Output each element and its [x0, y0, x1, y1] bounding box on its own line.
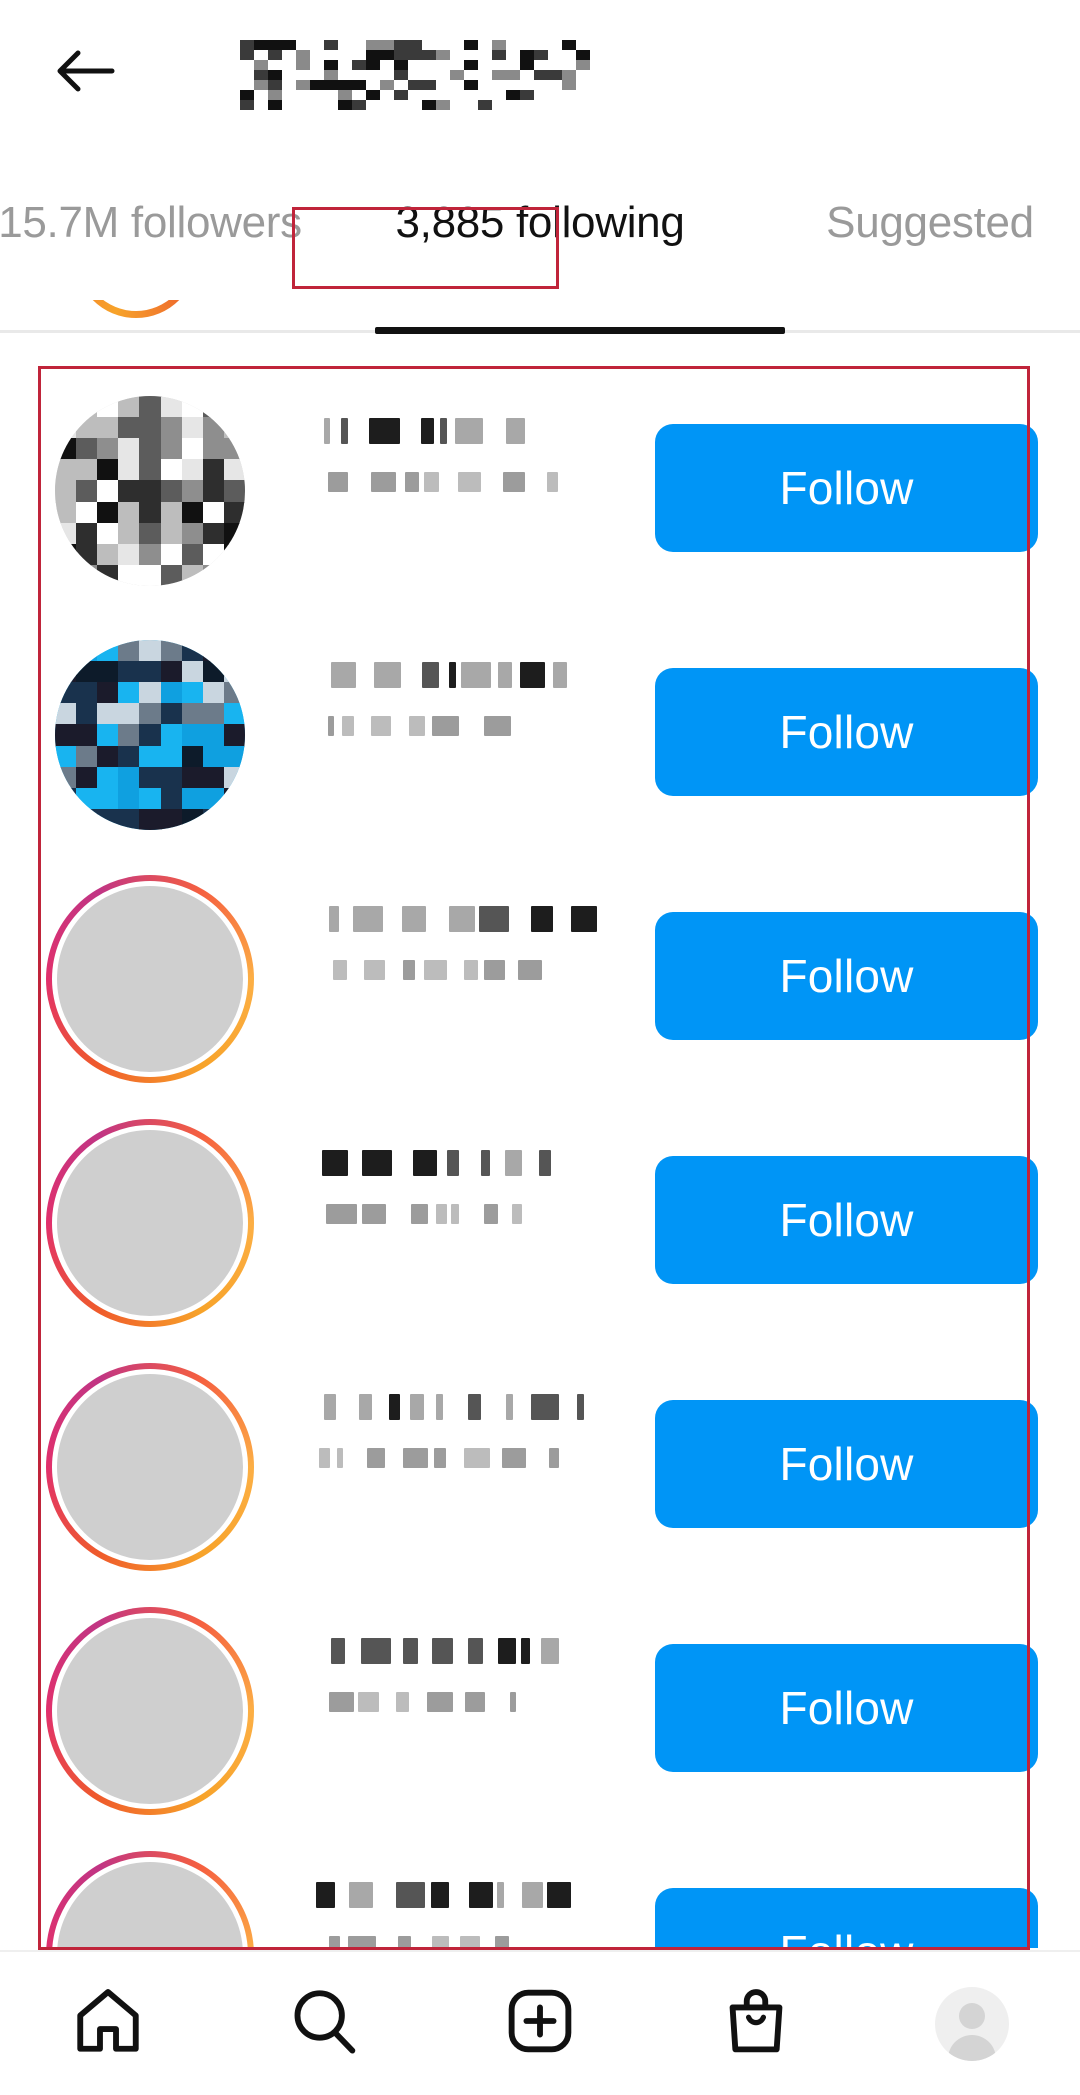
username-redacted	[310, 1150, 610, 1176]
fullname-redacted	[310, 716, 610, 738]
page-title-redacted-text	[240, 40, 590, 110]
list-item[interactable]: Follow	[0, 368, 1080, 612]
list-item-text	[310, 662, 610, 738]
back-button[interactable]	[40, 28, 130, 118]
avatar[interactable]	[46, 1607, 254, 1815]
follow-button[interactable]: Follow	[655, 912, 1038, 1040]
list-item[interactable]: Follow	[0, 1588, 1080, 1832]
nav-search[interactable]	[249, 1964, 399, 2084]
avatar[interactable]	[46, 875, 254, 1083]
list-item-text	[310, 1150, 610, 1226]
page-title	[240, 32, 590, 118]
instagram-following-screen: 15.7M followers 3,885 following Suggeste…	[0, 0, 1080, 2095]
avatar[interactable]	[46, 1851, 254, 1948]
fullname-redacted	[310, 1448, 610, 1470]
create-icon	[503, 1984, 577, 2063]
previous-row-story-ring-partial	[75, 300, 197, 336]
tab-suggested-label: Suggested	[826, 197, 1034, 247]
fullname-redacted	[310, 1204, 610, 1226]
follow-button[interactable]: Follow	[655, 1156, 1038, 1284]
story-ring	[46, 1851, 254, 1948]
list-item[interactable]: Follow	[0, 1832, 1080, 1948]
back-arrow-icon	[54, 48, 116, 99]
avatar-image	[55, 640, 245, 830]
tab-following[interactable]: 3,885 following	[300, 150, 780, 295]
username-redacted	[310, 662, 610, 688]
username-redacted	[310, 1394, 610, 1420]
list-item-text	[310, 1638, 610, 1714]
fullname-redacted	[310, 472, 610, 494]
fullname-redacted	[310, 1692, 610, 1714]
avatar[interactable]	[55, 396, 245, 586]
fullname-redacted	[310, 960, 610, 982]
story-ring	[46, 875, 254, 1083]
list-item-text	[310, 418, 610, 494]
username-redacted	[310, 1882, 610, 1908]
nav-profile[interactable]	[897, 1964, 1047, 2084]
story-ring	[46, 1119, 254, 1327]
list-item[interactable]: Follow	[0, 612, 1080, 856]
following-list[interactable]: Follow Follow Follow Follow Follow Follow Foll…	[0, 368, 1080, 1948]
bottom-navigation-bar	[0, 1950, 1080, 2095]
nav-home[interactable]	[33, 1964, 183, 2084]
list-item-text	[310, 1394, 610, 1470]
avatar[interactable]	[46, 1363, 254, 1571]
avatar-image	[55, 396, 245, 586]
active-tab-indicator	[375, 327, 785, 334]
tab-followers[interactable]: 15.7M followers	[0, 150, 302, 295]
username-redacted	[310, 1638, 610, 1664]
profile-avatar-icon	[935, 1986, 1009, 2061]
follow-button[interactable]: Follow	[655, 1400, 1038, 1528]
shop-icon	[719, 1984, 793, 2063]
tab-following-label: 3,885 following	[395, 197, 685, 247]
story-ring	[46, 1607, 254, 1815]
username-redacted	[310, 418, 610, 444]
follow-button[interactable]: Follow	[655, 424, 1038, 552]
home-icon	[71, 1984, 145, 2063]
tab-suggested[interactable]: Suggested	[780, 150, 1080, 295]
username-redacted	[310, 906, 610, 932]
story-ring	[46, 1363, 254, 1571]
avatar[interactable]	[46, 1119, 254, 1327]
list-item[interactable]: Follow	[0, 856, 1080, 1100]
follow-button[interactable]: Follow	[655, 668, 1038, 796]
avatar[interactable]	[55, 640, 245, 830]
nav-create[interactable]	[465, 1964, 615, 2084]
follow-button[interactable]: Follow	[655, 1644, 1038, 1772]
follow-button[interactable]: Follow	[655, 1888, 1038, 1948]
list-item-text	[310, 906, 610, 982]
tab-followers-label: 15.7M followers	[0, 197, 302, 247]
list-item[interactable]: Follow	[0, 1100, 1080, 1344]
search-icon	[287, 1984, 361, 2063]
list-item-text	[310, 1882, 610, 1948]
list-item[interactable]: Follow	[0, 1344, 1080, 1588]
app-header	[0, 0, 1080, 150]
nav-shop[interactable]	[681, 1964, 831, 2084]
fullname-redacted	[310, 1936, 610, 1948]
